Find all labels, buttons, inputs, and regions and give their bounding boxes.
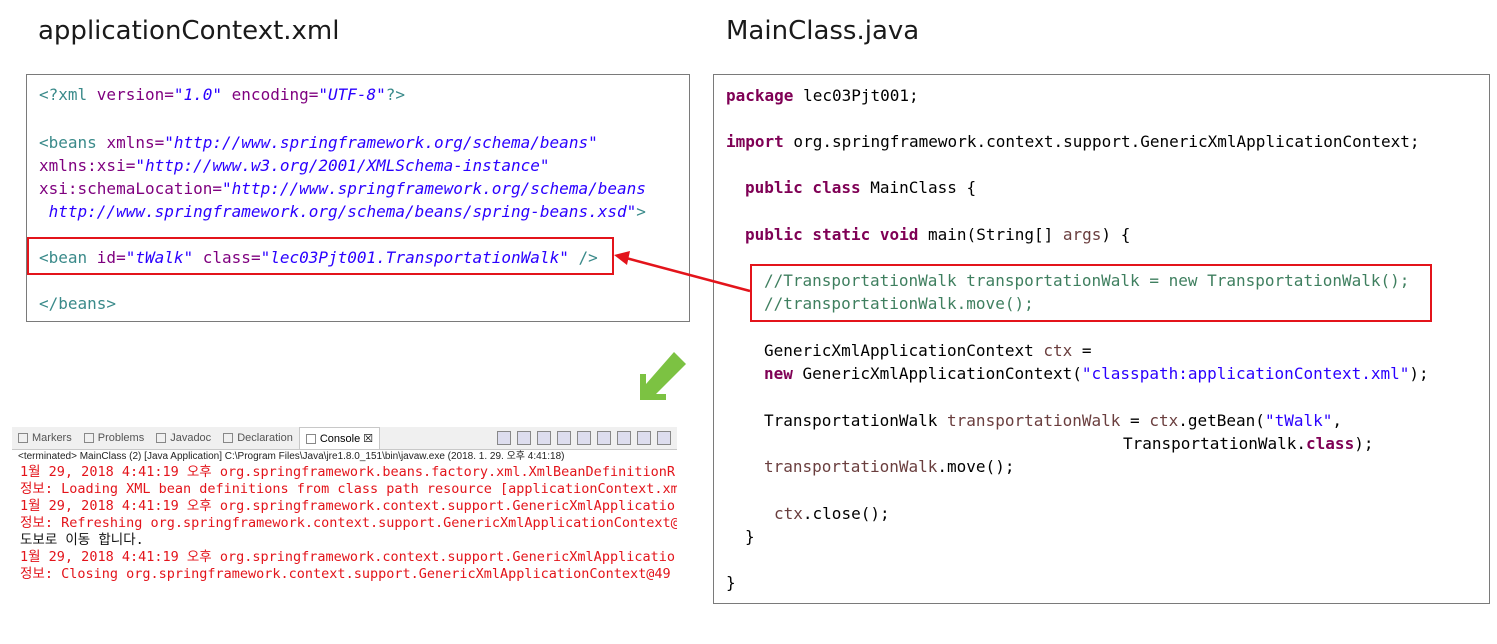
console-line: 정보: Loading XML bean definitions from cl… [20, 481, 677, 497]
remove-all-icon[interactable] [537, 431, 551, 445]
console-view: Markers Problems Javadoc Declaration Con… [12, 427, 677, 607]
link-arrow-head [614, 251, 630, 265]
tab-javadoc[interactable]: Javadoc [150, 427, 217, 449]
console-line: 정보: Refreshing org.springframework.conte… [20, 515, 677, 531]
clear-console-icon[interactable] [557, 431, 571, 445]
tab-console[interactable]: Console ☒ [298, 427, 381, 449]
console-line: 도보로 이동 합니다. [20, 532, 144, 548]
console-status: <terminated> MainClass (2) [Java Applica… [18, 451, 565, 462]
scroll-lock-icon[interactable] [577, 431, 591, 445]
console-icon [305, 433, 316, 444]
console-line: 1월 29, 2018 4:41:19 오후 org.springframewo… [20, 464, 675, 480]
console-line: 1월 29, 2018 4:41:19 오후 org.springframewo… [20, 498, 675, 514]
console-line: 1월 29, 2018 4:41:19 오후 org.springframewo… [20, 549, 675, 565]
javadoc-icon [156, 433, 167, 443]
terminate-icon[interactable] [497, 431, 511, 445]
remove-launch-icon[interactable] [517, 431, 531, 445]
console-output: 1월 29, 2018 4:41:19 오후 org.springframewo… [12, 464, 677, 583]
markers-icon [18, 433, 28, 443]
display-console-icon[interactable] [637, 431, 651, 445]
open-console-icon[interactable] [657, 431, 671, 445]
tab-markers[interactable]: Markers [12, 427, 78, 449]
link-arrow-line [625, 256, 751, 293]
console-line: 정보: Closing org.springframework.context.… [20, 566, 671, 582]
console-toolbar [497, 431, 677, 445]
console-tab-bar: Markers Problems Javadoc Declaration Con… [12, 427, 677, 450]
word-wrap-icon[interactable] [597, 431, 611, 445]
tab-declaration[interactable]: Declaration [217, 427, 299, 449]
tab-problems[interactable]: Problems [78, 427, 150, 449]
declaration-icon [223, 433, 234, 443]
pin-console-icon[interactable] [617, 431, 631, 445]
down-left-arrow-icon [640, 352, 686, 400]
problems-icon [83, 433, 94, 443]
